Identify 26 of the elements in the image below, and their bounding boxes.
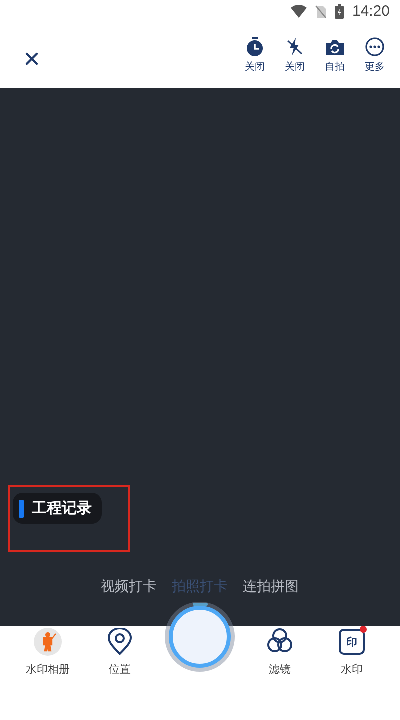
close-icon	[25, 52, 39, 66]
figure-icon	[34, 628, 62, 656]
flash-off-icon	[285, 37, 305, 58]
toolbar-button[interactable]: 关闭	[240, 37, 270, 74]
bottom-tool[interactable]: 印 水印	[323, 628, 381, 720]
clock-time: 14:20	[352, 3, 390, 20]
shutter-button[interactable]	[169, 606, 231, 668]
more-icon	[365, 37, 385, 58]
mode-tab[interactable]: 连拍拼图	[243, 578, 299, 596]
battery-icon	[335, 4, 344, 20]
tab-indicator	[192, 603, 208, 606]
camera-flip-icon	[325, 37, 345, 58]
stopwatch-icon	[245, 37, 265, 58]
bottom-tool[interactable]: 滤镜	[251, 628, 309, 720]
bottom-tool[interactable]: 水印相册	[19, 628, 77, 720]
bottom-tool[interactable]: 位置	[91, 628, 149, 720]
watermark-title: 工程记录	[32, 499, 92, 518]
toolbar-button[interactable]: 更多	[360, 37, 390, 74]
location-pin-icon	[106, 628, 134, 656]
no-sim-icon	[315, 4, 328, 19]
wifi-icon	[291, 4, 308, 19]
accent-bar	[19, 500, 24, 518]
watermark-tag[interactable]: 工程记录	[13, 493, 102, 524]
toolbar-button[interactable]: 自拍	[320, 37, 350, 74]
mode-tab[interactable]: 视频打卡	[101, 578, 157, 596]
toolbar-button[interactable]: 关闭	[280, 37, 310, 74]
